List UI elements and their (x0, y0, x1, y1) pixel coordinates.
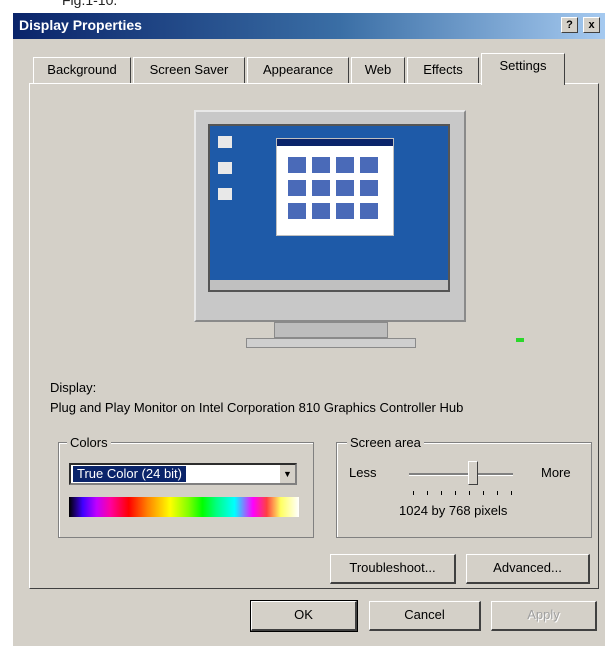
display-label: Display: (50, 380, 97, 395)
desktop-preview (208, 124, 450, 292)
taskbar-preview (210, 280, 448, 290)
monitor-preview (194, 110, 524, 342)
title-bar[interactable]: Display Properties ? x (13, 13, 605, 39)
power-led (516, 338, 524, 342)
colors-dropdown[interactable]: True Color (24 bit) ▼ (69, 463, 297, 485)
cancel-button[interactable]: Cancel (369, 601, 481, 631)
recycle-bin-icon (218, 188, 232, 200)
more-label: More (541, 465, 571, 480)
apply-button: Apply (491, 601, 597, 631)
tab-screen-saver[interactable]: Screen Saver (133, 57, 245, 83)
tab-appearance[interactable]: Appearance (247, 57, 349, 83)
tab-background[interactable]: Background (33, 57, 131, 83)
window-title: Display Properties (19, 17, 142, 33)
settings-panel: Display: Plug and Play Monitor on Intel … (29, 83, 599, 589)
colors-selected: True Color (24 bit) (73, 466, 186, 482)
advanced-button[interactable]: Advanced... (466, 554, 590, 584)
chevron-down-icon[interactable]: ▼ (279, 465, 295, 483)
network-icon (218, 162, 232, 174)
display-value: Plug and Play Monitor on Intel Corporati… (50, 400, 464, 415)
close-button[interactable]: x (583, 17, 600, 33)
tab-settings[interactable]: Settings (481, 53, 565, 85)
display-properties-dialog: Display Properties ? x Background Screen… (12, 12, 605, 646)
ok-button[interactable]: OK (250, 600, 358, 632)
resolution-value: 1024 by 768 pixels (399, 503, 508, 518)
figure-caption: Fig.1-10. (62, 0, 118, 8)
help-button[interactable]: ? (561, 17, 578, 33)
control-panel-preview (276, 138, 394, 236)
screen-area-legend: Screen area (347, 435, 424, 450)
troubleshoot-button[interactable]: Troubleshoot... (330, 554, 456, 584)
screen-area-slider-track[interactable] (409, 473, 513, 476)
tab-effects[interactable]: Effects (407, 57, 479, 83)
monitor-stand (274, 322, 388, 338)
slider-ticks (413, 491, 513, 495)
color-spectrum-bar (69, 497, 299, 517)
screen-area-slider-thumb[interactable] (468, 461, 479, 485)
colors-legend: Colors (67, 435, 111, 450)
monitor-base (246, 338, 416, 348)
less-label: Less (349, 465, 377, 480)
screen-area-group: Screen area Less More 1024 by 768 pixels (336, 435, 592, 538)
my-computer-icon (218, 136, 232, 148)
tab-web[interactable]: Web (351, 57, 405, 83)
colors-group: Colors True Color (24 bit) ▼ (58, 435, 314, 538)
